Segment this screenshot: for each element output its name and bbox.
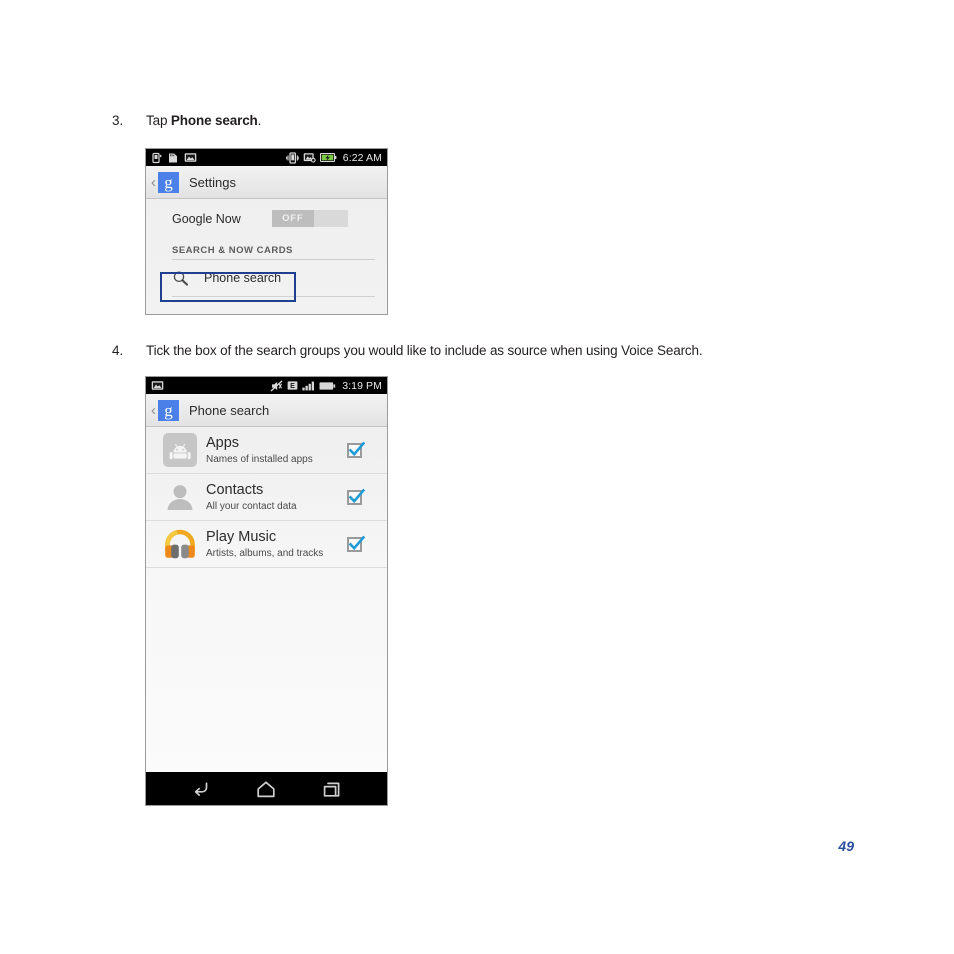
step-3-text-prefix: Tap — [146, 113, 171, 128]
back-chevron-icon-2[interactable]: ‹ — [151, 403, 156, 418]
list-item[interactable]: Apps Names of installed apps — [146, 427, 387, 474]
step-3-text: Tap Phone search. — [146, 111, 261, 130]
list-item-text: Play Music Artists, albums, and tracks — [206, 529, 347, 560]
sd-card-icon — [169, 153, 177, 162]
status-bar-time-2: 3:19 PM — [342, 379, 382, 392]
edge-network-icon: E — [287, 381, 298, 390]
list-item[interactable]: Contacts All your contact data — [146, 474, 387, 521]
step-4: 4. Tick the box of the search groups you… — [112, 341, 703, 360]
list-item-text: Apps Names of installed apps — [206, 435, 347, 466]
back-nav-icon[interactable] — [174, 772, 228, 805]
status-bar-left-icons-2 — [151, 380, 164, 391]
action-bar-title-2: Phone search — [189, 402, 270, 418]
phone-search-list: Apps Names of installed apps Contacts Al… — [146, 427, 387, 772]
step-4-number: 4. — [112, 343, 124, 358]
battery-icon — [319, 381, 336, 390]
step-3: 3. Tap Phone search. — [112, 111, 261, 130]
section-header-search-now-cards: SEARCH & NOW CARDS — [172, 245, 293, 256]
list-item-text: Contacts All your contact data — [206, 482, 347, 513]
status-bar-2: E 3:19 PM — [146, 377, 387, 394]
android-apps-icon — [163, 433, 197, 467]
list-item-checkbox[interactable] — [347, 441, 366, 458]
action-bar-1: ‹ g Settings — [146, 166, 387, 199]
back-chevron-icon-1[interactable]: ‹ — [151, 175, 156, 190]
vibrate-icon — [285, 151, 299, 164]
sync-disabled-icon — [303, 153, 316, 163]
screenshot-phone-search: E 3:19 PM ‹ g Phone search Apps Names of… — [145, 376, 388, 806]
step-3-text-bold: Phone search — [170, 113, 258, 128]
list-item-subtitle: All your contact data — [206, 500, 297, 512]
usb-debugging-icon — [152, 152, 162, 163]
recent-apps-nav-icon[interactable] — [305, 772, 359, 805]
list-item-title: Contacts — [206, 481, 264, 498]
list-item-subtitle: Names of installed apps — [206, 453, 313, 465]
signal-bars-icon — [302, 381, 315, 391]
step-3-text-suffix: . — [257, 113, 262, 128]
settings-body: Google Now OFF SEARCH & NOW CARDS Phone … — [146, 199, 387, 314]
list-item-title: Apps — [206, 434, 240, 451]
list-item-title: Play Music — [206, 528, 277, 545]
page-number: 49 — [838, 838, 854, 854]
action-bar-2: ‹ g Phone search — [146, 394, 387, 427]
google-app-badge-icon-1: g — [158, 171, 179, 193]
status-bar-right-icons-1: 6:22 AM — [285, 151, 382, 164]
screenshot-icon — [151, 381, 164, 390]
phone-search-label: Phone search — [204, 271, 282, 285]
step-3-number: 3. — [112, 113, 124, 128]
google-app-badge-icon-2: g — [158, 399, 179, 421]
search-icon — [173, 271, 189, 286]
screenshot-settings: 6:22 AM ‹ g Settings Google Now OFF SEAR… — [145, 148, 388, 315]
status-bar-right-icons-2: E 3:19 PM — [270, 380, 382, 392]
status-bar-time-1: 6:22 AM — [342, 151, 382, 164]
screenshot-icon — [184, 153, 197, 162]
contacts-person-icon — [163, 480, 197, 514]
google-now-row[interactable]: Google Now OFF — [146, 199, 387, 238]
google-now-toggle-state: OFF — [271, 210, 314, 227]
home-nav-icon[interactable] — [239, 772, 293, 805]
phone-search-row[interactable]: Phone search — [146, 260, 387, 296]
step-4-text: Tick the box of the search groups you wo… — [146, 343, 703, 358]
play-music-headphones-icon — [163, 527, 197, 561]
status-bar-left-icons-1 — [151, 152, 197, 164]
list-item-checkbox[interactable] — [347, 488, 366, 505]
row-divider-bottom — [172, 296, 375, 297]
google-now-toggle[interactable]: OFF — [271, 210, 348, 227]
navigation-bar — [146, 772, 387, 805]
action-bar-title-1: Settings — [189, 174, 236, 190]
battery-charging-icon — [319, 153, 337, 162]
list-item[interactable]: Play Music Artists, albums, and tracks — [146, 521, 387, 568]
svg-text:E: E — [290, 381, 295, 390]
silent-mode-icon — [270, 379, 283, 392]
list-item-subtitle: Artists, albums, and tracks — [206, 547, 324, 559]
status-bar-1: 6:22 AM — [146, 149, 387, 166]
list-item-checkbox[interactable] — [347, 535, 366, 552]
google-now-label: Google Now — [172, 211, 241, 226]
